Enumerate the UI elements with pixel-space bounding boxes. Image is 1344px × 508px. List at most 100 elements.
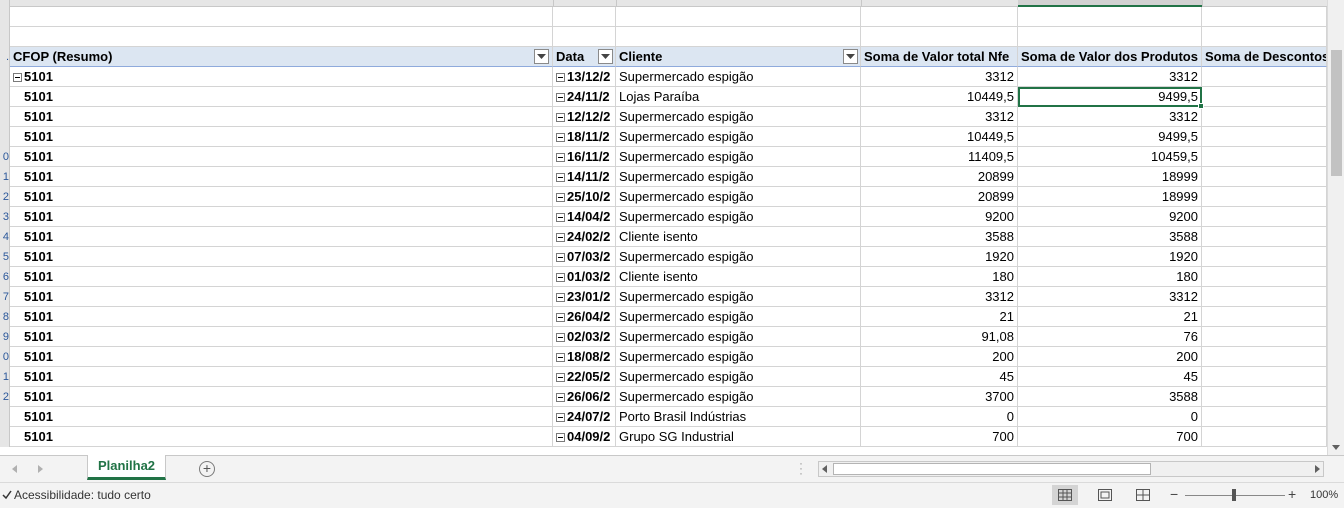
- collapse-minus-icon[interactable]: [556, 333, 565, 342]
- cell-descontos[interactable]: [1202, 187, 1327, 207]
- scroll-left-icon[interactable]: [822, 465, 827, 473]
- cell-cfop[interactable]: 5101: [10, 187, 553, 207]
- accessibility-status[interactable]: Acessibilidade: tudo certo: [2, 488, 151, 502]
- row-number[interactable]: 7: [0, 287, 10, 307]
- cell-valor-total[interactable]: 3312: [861, 67, 1018, 87]
- cell-valor-produtos[interactable]: 3588: [1018, 227, 1202, 247]
- cell-valor-produtos[interactable]: 9499,5: [1018, 87, 1202, 107]
- cell-valor-produtos[interactable]: 18999: [1018, 187, 1202, 207]
- scroll-right-icon[interactable]: [1315, 465, 1320, 473]
- cell-data[interactable]: 14/04/2: [553, 207, 616, 227]
- cell-valor-produtos[interactable]: 1920: [1018, 247, 1202, 267]
- cell-data[interactable]: 25/10/2: [553, 187, 616, 207]
- cell-cfop[interactable]: 5101: [10, 247, 553, 267]
- cell-data[interactable]: 14/11/2: [553, 167, 616, 187]
- collapse-minus-icon[interactable]: [556, 93, 565, 102]
- row-number[interactable]: [0, 67, 10, 87]
- cell-cfop[interactable]: 5101: [10, 167, 553, 187]
- cell-descontos[interactable]: [1202, 267, 1327, 287]
- cell-descontos[interactable]: [1202, 107, 1327, 127]
- cell-data[interactable]: 26/04/2: [553, 307, 616, 327]
- cell-cliente[interactable]: Supermercado espigão: [616, 247, 861, 267]
- cell-cfop[interactable]: 5101: [10, 227, 553, 247]
- cell-valor-produtos[interactable]: 180: [1018, 267, 1202, 287]
- row-number[interactable]: 4: [0, 227, 10, 247]
- cell-cliente[interactable]: Supermercado espigão: [616, 67, 861, 87]
- page-break-icon[interactable]: [1130, 485, 1156, 505]
- cell-descontos[interactable]: [1202, 87, 1327, 107]
- table-row[interactable]: 5101 14/11/2 Supermercado espigão 20899 1899…: [10, 167, 1327, 187]
- cell-cfop[interactable]: 5101: [10, 127, 553, 147]
- cell-descontos[interactable]: [1202, 367, 1327, 387]
- plus-circle-icon[interactable]: +: [199, 461, 215, 477]
- cell-valor-produtos[interactable]: 0: [1018, 407, 1202, 427]
- cell-valor-produtos[interactable]: 3312: [1018, 67, 1202, 87]
- table-row[interactable]: 5101 24/02/2 Cliente isento 3588 3588: [10, 227, 1327, 247]
- cell-valor-total[interactable]: 3312: [861, 107, 1018, 127]
- row-number[interactable]: 3: [0, 207, 10, 227]
- cell-descontos[interactable]: [1202, 387, 1327, 407]
- cell-data[interactable]: 26/06/2: [553, 387, 616, 407]
- header-valor-produtos[interactable]: Soma de Valor dos Produtos: [1018, 47, 1202, 67]
- cell-cliente[interactable]: Supermercado espigão: [616, 167, 861, 187]
- cell-cliente[interactable]: Supermercado espigão: [616, 127, 861, 147]
- row-number[interactable]: [0, 427, 10, 447]
- grid-view-icon[interactable]: [1052, 485, 1078, 505]
- cell-valor-total[interactable]: 3700: [861, 387, 1018, 407]
- cell-cfop[interactable]: 5101: [10, 287, 553, 307]
- cell-cliente[interactable]: Supermercado espigão: [616, 347, 861, 367]
- cell-valor-produtos[interactable]: 200: [1018, 347, 1202, 367]
- cell-data[interactable]: 24/07/2: [553, 407, 616, 427]
- vertical-scrollbar[interactable]: [1327, 0, 1344, 455]
- cell-data[interactable]: 24/02/2: [553, 227, 616, 247]
- table-row[interactable]: 5101 18/08/2 Supermercado espigão 200 200: [10, 347, 1327, 367]
- cell-cfop[interactable]: 5101: [10, 347, 553, 367]
- cell-cliente[interactable]: Supermercado espigão: [616, 307, 861, 327]
- cell-valor-produtos[interactable]: 3588: [1018, 387, 1202, 407]
- cell-data[interactable]: 04/09/2: [553, 427, 616, 447]
- table-row[interactable]: 5101 16/11/2 Supermercado espigão 11409,5 10…: [10, 147, 1327, 167]
- cell-cliente[interactable]: Supermercado espigão: [616, 147, 861, 167]
- cell-descontos[interactable]: [1202, 247, 1327, 267]
- row-number[interactable]: [0, 0, 10, 7]
- cell-data[interactable]: 01/03/2: [553, 267, 616, 287]
- collapse-minus-icon[interactable]: [556, 153, 565, 162]
- cell-valor-total[interactable]: 11409,5: [861, 147, 1018, 167]
- collapse-minus-icon[interactable]: [556, 253, 565, 262]
- empty-row[interactable]: [10, 27, 1327, 47]
- splitter-dots-icon[interactable]: · · ·: [799, 457, 803, 479]
- collapse-minus-icon[interactable]: [556, 213, 565, 222]
- cell-descontos[interactable]: [1202, 407, 1327, 427]
- cell-valor-total[interactable]: 1920: [861, 247, 1018, 267]
- cell-data[interactable]: 24/11/2: [553, 87, 616, 107]
- cell-valor-total[interactable]: 700: [861, 427, 1018, 447]
- cell-cfop[interactable]: 5101: [10, 147, 553, 167]
- table-row[interactable]: 5101 24/11/2 Lojas Paraíba 10449,5 9499,5: [10, 87, 1327, 107]
- collapse-minus-icon[interactable]: [556, 433, 565, 442]
- row-number[interactable]: 9: [0, 327, 10, 347]
- cell-valor-produtos[interactable]: 21: [1018, 307, 1202, 327]
- row-number[interactable]: [0, 7, 10, 27]
- cell-cfop[interactable]: 5101: [10, 307, 553, 327]
- cell-descontos[interactable]: [1202, 347, 1327, 367]
- filter-dropdown-icon[interactable]: [598, 49, 613, 64]
- collapse-minus-icon[interactable]: [556, 393, 565, 402]
- collapse-minus-icon[interactable]: [556, 133, 565, 142]
- collapse-minus-icon[interactable]: [556, 353, 565, 362]
- cell-data[interactable]: 23/01/2: [553, 287, 616, 307]
- cell-cfop[interactable]: 5101: [10, 267, 553, 287]
- cell-valor-total[interactable]: 3312: [861, 287, 1018, 307]
- collapse-minus-icon[interactable]: [556, 293, 565, 302]
- cell-cfop[interactable]: 5101: [10, 67, 553, 87]
- cell-valor-total[interactable]: 3588: [861, 227, 1018, 247]
- cell-cliente[interactable]: Porto Brasil Indústrias: [616, 407, 861, 427]
- table-row[interactable]: 5101 07/03/2 Supermercado espigão 1920 1920: [10, 247, 1327, 267]
- cell-descontos[interactable]: [1202, 327, 1327, 347]
- spreadsheet-grid[interactable]: .0123456789012 CFOP (Resumo) Data Client…: [0, 0, 1327, 455]
- cell-cliente[interactable]: Supermercado espigão: [616, 187, 861, 207]
- sheet-tab-planilha2[interactable]: Planilha2: [87, 455, 166, 480]
- cell-cliente[interactable]: Lojas Paraíba: [616, 87, 861, 107]
- cell-valor-total[interactable]: 10449,5: [861, 127, 1018, 147]
- scroll-down-icon[interactable]: [1332, 445, 1340, 450]
- table-row[interactable]: 5101 26/06/2 Supermercado espigão 3700 3588: [10, 387, 1327, 407]
